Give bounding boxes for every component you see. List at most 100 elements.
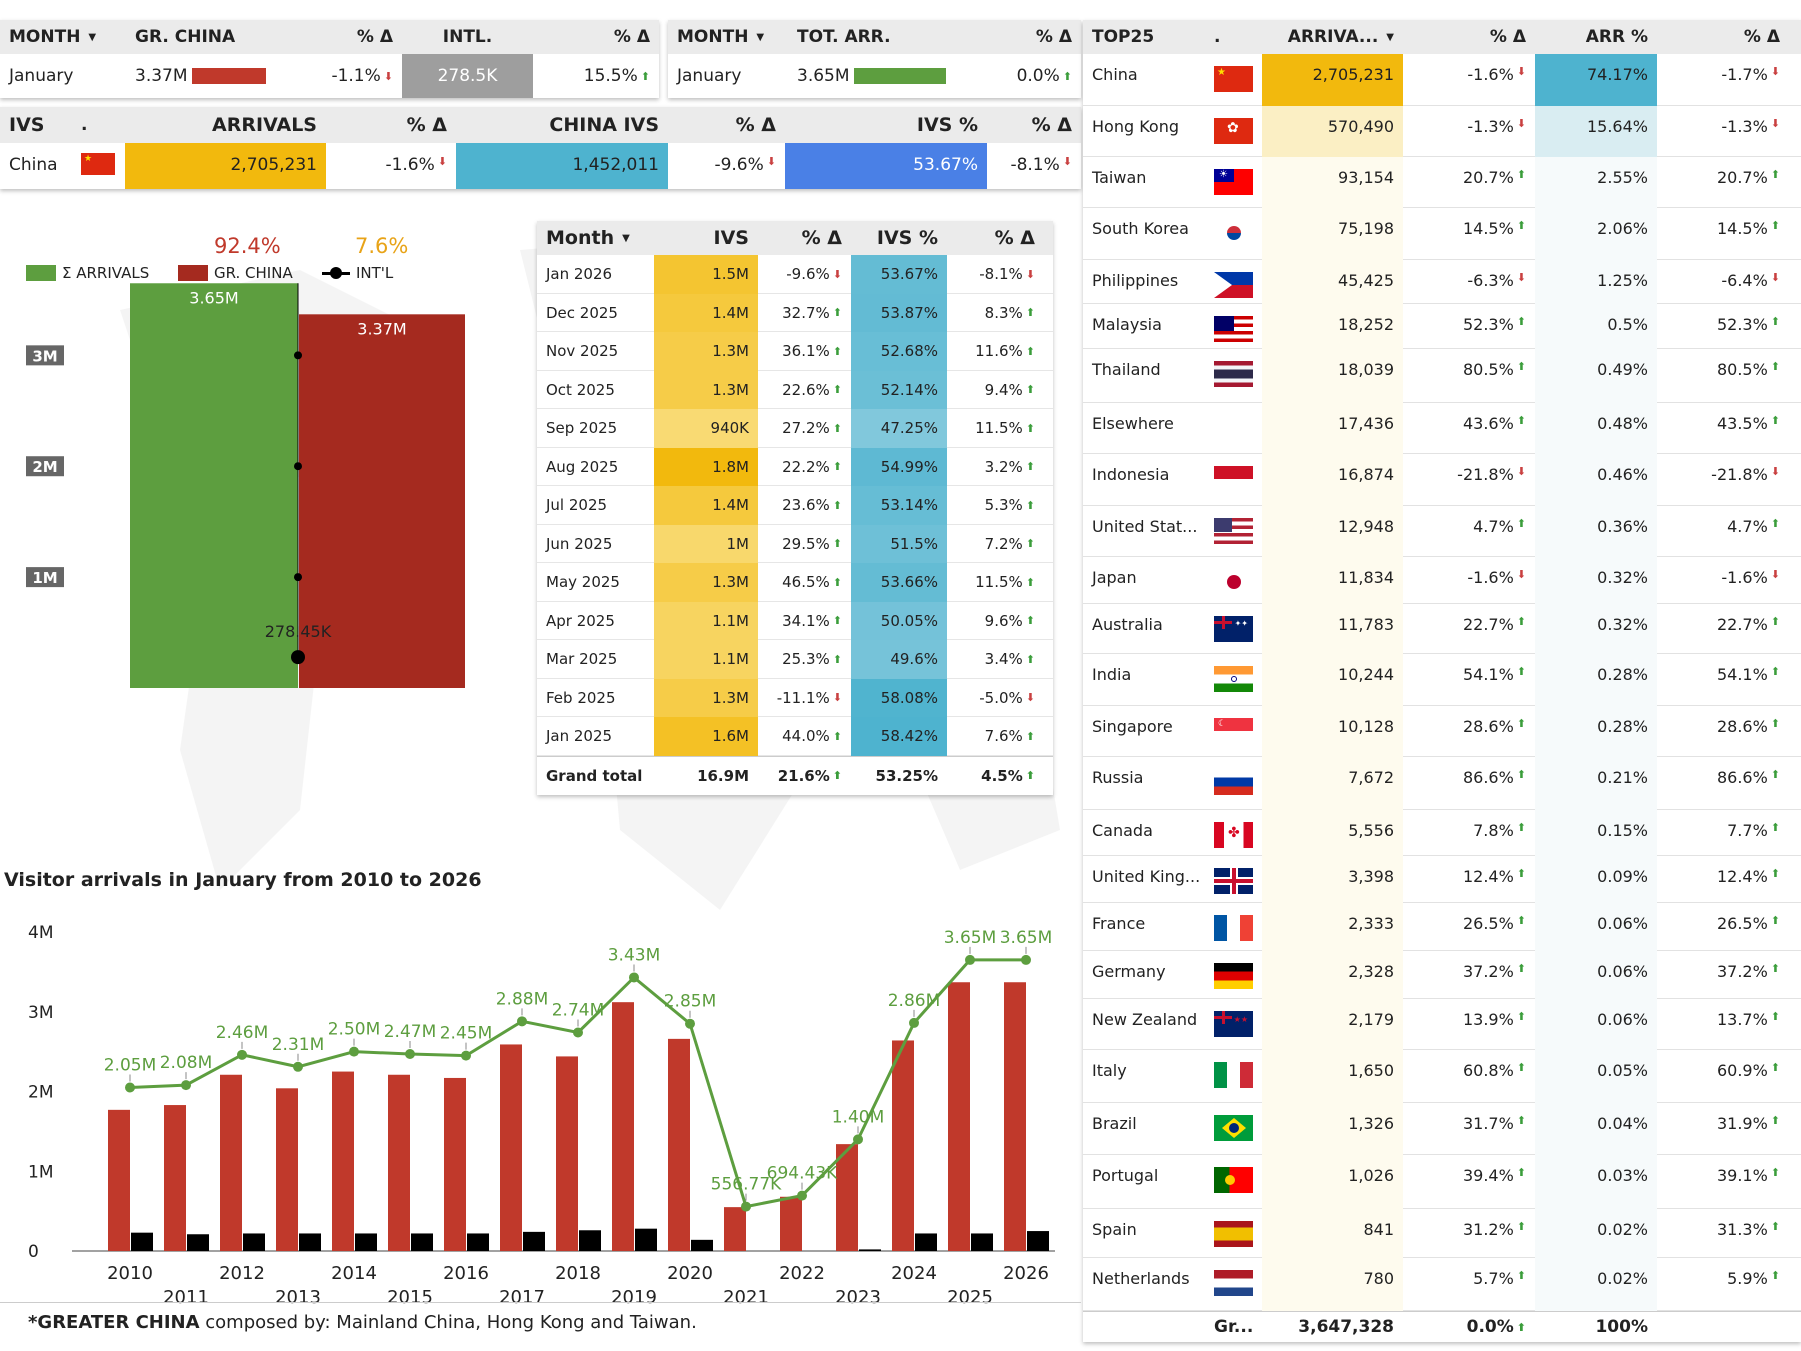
- table-row[interactable]: Apr 2025 1.1M 34.1% ⬆ 50.05% 9.6% ⬆: [537, 601, 1053, 640]
- table-row[interactable]: Brazil 1,326 31.7% ⬆ 0.04% 31.9% ⬆: [1083, 1103, 1801, 1155]
- line-point[interactable]: [237, 1049, 247, 1060]
- bar-intl[interactable]: [299, 1233, 321, 1251]
- table-row[interactable]: Jul 2025 1.4M 23.6% ⬆ 53.14% 5.3% ⬆: [537, 486, 1053, 525]
- line-point[interactable]: [853, 1134, 863, 1145]
- bar-intl[interactable]: [131, 1232, 153, 1251]
- table-row[interactable]: Portugal 1,026 39.4% ⬆ 0.03% 39.1% ⬆: [1083, 1155, 1801, 1209]
- cell-country: Thailand: [1083, 349, 1205, 403]
- table-row[interactable]: Spain 841 31.2% ⬆ 0.02% 31.3% ⬆: [1083, 1209, 1801, 1258]
- table-row[interactable]: Italy 1,650 60.8% ⬆ 0.05% 60.9% ⬆: [1083, 1050, 1801, 1103]
- bar-intl[interactable]: [915, 1233, 937, 1251]
- table-row[interactable]: Taiwan ☀ 93,154 20.7% ⬆ 2.55% 20.7% ⬆: [1083, 157, 1801, 208]
- month-header[interactable]: MONTH ▼: [0, 20, 126, 54]
- bar-gr-china[interactable]: [444, 1077, 466, 1251]
- table-row[interactable]: Australia ✦✦ 11,783 22.7% ⬆ 0.32% 22.7% ⬆: [1083, 604, 1801, 654]
- bar-intl[interactable]: [1027, 1231, 1049, 1251]
- table-row[interactable]: Singapore ☾ 10,128 28.6% ⬆ 0.28% 28.6% ⬆: [1083, 706, 1801, 757]
- bar-gr-china[interactable]: [1004, 982, 1026, 1251]
- table-row[interactable]: Elsewhere 17,436 43.6% ⬆ 0.48% 43.5% ⬆: [1083, 403, 1801, 454]
- table-row[interactable]: Jan 2025 1.6M 44.0% ⬆ 58.42% 7.6% ⬆: [537, 717, 1053, 756]
- table-row[interactable]: United Stat... 12,948 4.7% ⬆ 0.36% 4.7% ⬆: [1083, 506, 1801, 557]
- column-header-4: ARR %: [1535, 20, 1657, 54]
- bar-gr-china[interactable]: [892, 1040, 914, 1251]
- bar-gr-china[interactable]: [612, 1002, 634, 1251]
- line-point[interactable]: [797, 1190, 807, 1201]
- line-point[interactable]: [741, 1201, 751, 1212]
- line-point[interactable]: [573, 1027, 583, 1038]
- line-point[interactable]: [405, 1049, 415, 1060]
- month-header[interactable]: MONTH ▼: [668, 20, 788, 54]
- cell-flag: ★: [1205, 54, 1262, 106]
- table-row[interactable]: Hong Kong ✿ 570,490 -1.3% ⬇ 15.64% -1.3% ⬇: [1083, 106, 1801, 157]
- bar-intl[interactable]: [187, 1234, 209, 1251]
- line-point[interactable]: [685, 1018, 695, 1029]
- table-row[interactable]: Japan 11,834 -1.6% ⬇ 0.32% -1.6% ⬇: [1083, 557, 1801, 604]
- bar-gr-china[interactable]: [556, 1056, 578, 1251]
- line-point[interactable]: [909, 1017, 919, 1028]
- intl-point[interactable]: [291, 650, 305, 665]
- table-row[interactable]: Malaysia 18,252 52.3% ⬆ 0.5% 52.3% ⬆: [1083, 304, 1801, 349]
- china-ivs-header: CHINA IVS: [456, 107, 668, 143]
- table-row[interactable]: Dec 2025 1.4M 32.7% ⬆ 53.87% 8.3% ⬆: [537, 293, 1053, 332]
- line-point[interactable]: [461, 1050, 471, 1061]
- table-row[interactable]: Jan 2026 1.5M -9.6% ⬇ 53.67% -8.1% ⬇: [537, 255, 1053, 294]
- bar-gr-china[interactable]: [780, 1196, 802, 1251]
- bar-intl[interactable]: [971, 1233, 993, 1251]
- cell-country: Elsewhere: [1083, 403, 1205, 454]
- line-point[interactable]: [293, 1061, 303, 1072]
- bar-intl[interactable]: [243, 1233, 265, 1251]
- line-point[interactable]: [517, 1016, 527, 1027]
- bar-gr-china[interactable]: [724, 1207, 746, 1251]
- cell-value: 28.6%: [1462, 717, 1514, 736]
- cell-ivs-pct-delta: 25.3% ⬆: [758, 640, 851, 679]
- bar-gr-china[interactable]: [500, 1044, 522, 1251]
- bar-intl[interactable]: [859, 1249, 881, 1251]
- table-row[interactable]: China ★ 2,705,231 -1.6% ⬇ 74.17% -1.7% ⬇: [1083, 54, 1801, 106]
- bar-intl[interactable]: [691, 1239, 713, 1251]
- bar-intl[interactable]: [411, 1233, 433, 1251]
- table-row[interactable]: Mar 2025 1.1M 25.3% ⬆ 49.6% 3.4% ⬆: [537, 640, 1053, 679]
- table-row[interactable]: Germany 2,328 37.2% ⬆ 0.06% 37.2% ⬆: [1083, 951, 1801, 999]
- bar-gr-china[interactable]: [108, 1109, 130, 1251]
- cell-value: Jun 2025: [546, 534, 613, 553]
- bar-gr-china[interactable]: [276, 1088, 298, 1251]
- bar-gr-china[interactable]: [948, 982, 970, 1251]
- table-row[interactable]: Aug 2025 1.8M 22.2% ⬆ 54.99% 3.2% ⬆: [537, 447, 1053, 486]
- table-row[interactable]: India 10,244 54.1% ⬆ 0.28% 54.1% ⬆: [1083, 654, 1801, 706]
- bar-intl[interactable]: [467, 1233, 489, 1251]
- table-row[interactable]: May 2025 1.3M 46.5% ⬆ 53.66% 11.5% ⬆: [537, 563, 1053, 602]
- table-row[interactable]: United King... 3,398 12.4% ⬆ 0.09% 12.4% ⬆: [1083, 856, 1801, 903]
- line-point[interactable]: [125, 1082, 135, 1093]
- line-point[interactable]: [349, 1046, 359, 1057]
- line-point[interactable]: [965, 954, 975, 965]
- bar-gr-china[interactable]: [220, 1074, 242, 1251]
- table-row[interactable]: Thailand 18,039 80.5% ⬆ 0.49% 80.5% ⬆: [1083, 349, 1801, 403]
- table-row[interactable]: Feb 2025 1.3M -11.1% ⬇ 58.08% -5.0% ⬇: [537, 678, 1053, 717]
- cell-value: 12,948: [1338, 517, 1394, 536]
- bar-gr-china[interactable]: [388, 1074, 410, 1251]
- column-header-0[interactable]: Month ▼: [537, 221, 654, 255]
- bar-intl[interactable]: [635, 1228, 657, 1251]
- bar-intl[interactable]: [579, 1230, 601, 1251]
- column-header-2[interactable]: ARRIVA... ▼: [1262, 20, 1403, 54]
- bar-intl[interactable]: [355, 1233, 377, 1251]
- bar-gr-china[interactable]: [668, 1038, 690, 1251]
- table-row[interactable]: Sep 2025 940K 27.2% ⬆ 47.25% 11.5% ⬆: [537, 409, 1053, 448]
- table-row[interactable]: Russia 7,672 86.6% ⬆ 0.21% 86.6% ⬆: [1083, 757, 1801, 810]
- table-row[interactable]: Oct 2025 1.3M 22.6% ⬆ 52.14% 9.4% ⬆: [537, 370, 1053, 409]
- bar-gr-china[interactable]: [164, 1105, 186, 1251]
- bar-gr-china[interactable]: [332, 1071, 354, 1251]
- table-row[interactable]: Jun 2025 1M 29.5% ⬆ 51.5% 7.2% ⬆: [537, 524, 1053, 563]
- table-row[interactable]: Philippines 45,425 -6.3% ⬇ 1.25% -6.4% ⬇: [1083, 260, 1801, 304]
- table-row[interactable]: New Zealand ★★ 2,179 13.9% ⬆ 0.06% 13.7% ⬆: [1083, 999, 1801, 1050]
- line-point[interactable]: [181, 1080, 191, 1091]
- line-point[interactable]: [1021, 954, 1031, 965]
- table-row[interactable]: Canada ✤ 5,556 7.8% ⬆ 0.15% 7.7% ⬆: [1083, 810, 1801, 856]
- table-row[interactable]: Nov 2025 1.3M 36.1% ⬆ 52.68% 11.6% ⬆: [537, 332, 1053, 371]
- line-point[interactable]: [629, 972, 639, 983]
- table-row[interactable]: Indonesia 16,874 -21.8% ⬇ 0.46% -21.8% ⬇: [1083, 454, 1801, 506]
- bar-intl[interactable]: [523, 1231, 545, 1251]
- table-row[interactable]: France 2,333 26.5% ⬆ 0.06% 26.5% ⬆: [1083, 903, 1801, 951]
- table-row[interactable]: Netherlands 780 5.7% ⬆ 0.02% 5.9% ⬆: [1083, 1258, 1801, 1311]
- table-row[interactable]: South Korea 75,198 14.5% ⬆ 2.06% 14.5% ⬆: [1083, 208, 1801, 260]
